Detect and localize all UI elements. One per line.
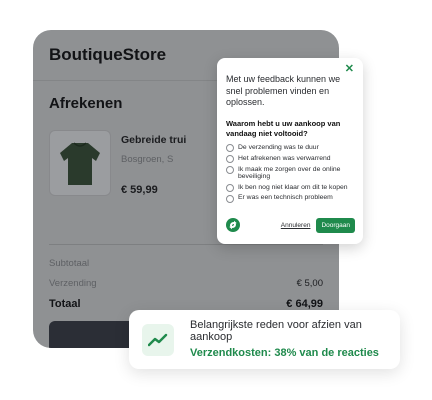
reason-option[interactable]: Ik ben nog niet klaar om dit te kopen — [226, 184, 361, 192]
insight-stat: Verzendkosten: 38% van de reacties — [190, 347, 379, 359]
trend-up-icon — [142, 324, 174, 356]
reason-option-label: De verzending was te duur — [238, 144, 319, 151]
product-variant: Bosgroen, S — [121, 154, 174, 165]
reason-option-label: Ik maak me zorgen over de online beveili… — [238, 165, 341, 181]
reason-options: De verzending was te duur Het afrekenen … — [226, 144, 361, 205]
reason-option[interactable]: De verzending was te duur — [226, 144, 361, 153]
radio-button[interactable] — [226, 183, 234, 192]
popup-intro: Met uw feedback kunnen we snel problemen… — [226, 74, 341, 107]
summary-divider — [49, 244, 323, 245]
subtotal-label: Subtotaal — [49, 258, 90, 269]
shipping-label: Verzending — [49, 278, 97, 289]
continue-button[interactable]: Doorgaan — [316, 217, 355, 233]
radio-button[interactable] — [226, 155, 234, 164]
reason-option[interactable]: Ik maak me zorgen over de online beveili… — [226, 166, 361, 181]
radio-button[interactable] — [226, 166, 234, 175]
insight-title: Belangrijkste reden voor afzien van aank… — [190, 319, 362, 343]
reason-option-label: Het afrekenen was verwarrend — [238, 154, 331, 162]
product-name: Gebreide trui — [121, 134, 187, 146]
reason-option-label: Ik ben nog niet klaar om dit te kopen — [238, 183, 348, 191]
total-value: € 64,99 — [286, 298, 323, 310]
popup-actions: Annuleren Doorgaan — [281, 217, 355, 233]
reason-option-label: Er was een technisch probleem — [238, 194, 333, 202]
feedback-popup: ✕ Met uw feedback kunnen we snel problem… — [217, 58, 363, 244]
brand-logo-icon — [226, 218, 240, 232]
checkout-title: Afrekenen — [49, 95, 123, 112]
total-row: Totaal € 64,99 — [49, 298, 323, 310]
product-price: € 59,99 — [121, 184, 158, 196]
popup-question: Waarom hebt u uw aankoop van vandaag nie… — [226, 119, 341, 138]
subtotal-row: Subtotaal — [49, 258, 323, 269]
cancel-link[interactable]: Annuleren — [281, 222, 311, 229]
product-image — [49, 130, 111, 196]
popup-footer: Annuleren Doorgaan — [226, 216, 355, 234]
reason-option[interactable]: Het afrekenen was verwarrend — [226, 154, 361, 164]
sweater-icon — [60, 142, 100, 185]
reason-option[interactable]: Er was een technisch probleem — [226, 194, 361, 203]
insight-card: Belangrijkste reden voor afzien van aank… — [129, 310, 400, 369]
shipping-row: Verzending € 5,00 — [49, 278, 323, 289]
total-label: Totaal — [49, 298, 81, 310]
radio-button[interactable] — [226, 144, 234, 153]
shipping-value: € 5,00 — [296, 278, 323, 289]
radio-button[interactable] — [226, 194, 234, 203]
